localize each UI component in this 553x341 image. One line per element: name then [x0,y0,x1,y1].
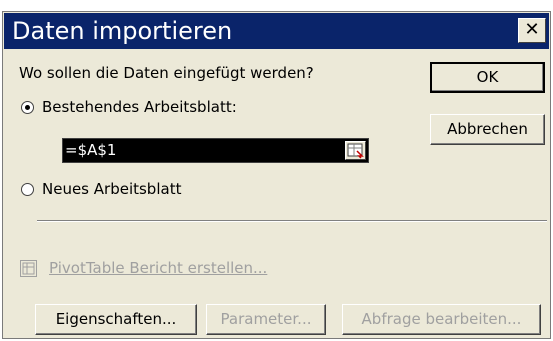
edit-query-button: Abfrage bearbeiten... [342,304,541,335]
radio-button-unchecked[interactable] [21,182,34,196]
import-data-dialog: Daten importieren ✕ Wo sollen die Daten … [2,11,551,339]
cell-reference-input[interactable]: =$A$1 [62,138,369,163]
pivot-table-option: PivotTable Bericht erstellen... [20,259,267,277]
cancel-button[interactable]: Abbrechen [430,114,545,145]
range-selector-icon [347,143,364,159]
pivot-table-label: PivotTable Bericht erstellen... [49,259,268,277]
radio-new-sheet-label: Neues Arbeitsblatt [42,180,182,198]
dialog-title: Daten importieren [12,17,233,45]
radio-new-sheet[interactable]: Neues Arbeitsblatt [21,180,181,198]
close-button[interactable]: ✕ [518,18,546,43]
cell-reference-value: =$A$1 [65,141,117,159]
parameters-button: Parameter... [206,304,326,335]
title-bar[interactable]: Daten importieren ✕ [4,13,549,49]
separator [37,220,547,222]
pivot-table-icon [20,259,37,277]
close-icon: ✕ [524,19,540,40]
destination-prompt: Wo sollen die Daten eingefügt werden? [19,64,314,82]
radio-existing-sheet-label: Bestehendes Arbeitsblatt: [42,98,237,116]
radio-button-checked[interactable] [21,100,34,114]
range-selector-button[interactable] [345,141,366,160]
ok-button[interactable]: OK [430,62,545,93]
radio-existing-sheet[interactable]: Bestehendes Arbeitsblatt: [21,98,237,116]
properties-button[interactable]: Eigenschaften... [35,304,197,335]
